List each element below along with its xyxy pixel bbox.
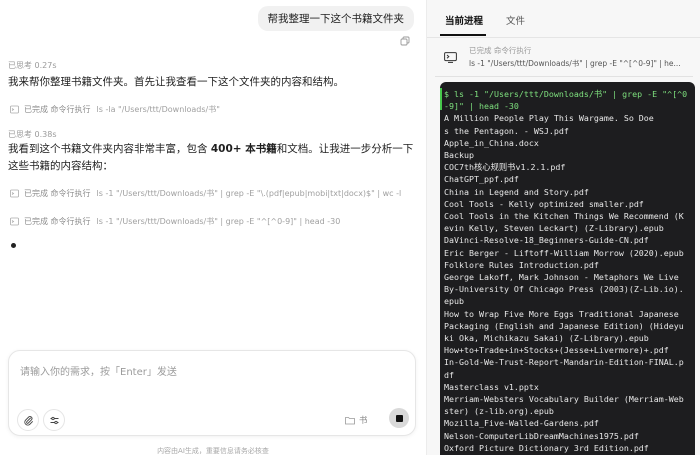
terminal-icon (10, 217, 19, 225)
command-indicator (440, 88, 442, 110)
folder-selector[interactable]: 书 (345, 414, 368, 426)
tab-current-process[interactable]: 当前进程 (445, 13, 483, 27)
terminal-icon (10, 105, 19, 113)
process-panel: 当前进程 文件 已完成 命令行执行 ls -1 "/Users/ttt/Down… (426, 0, 700, 455)
terminal-line: How to Wrap Five More Eggs Traditional J… (444, 308, 679, 319)
terminal-line: Eric Berger - Liftoff-William Morrow (20… (444, 247, 684, 258)
think-time-1[interactable]: 已思考 0.27s (8, 60, 57, 71)
terminal-line: How+to+Trade+in+Stocks+(Jesse+Livermore)… (444, 345, 669, 356)
terminal-line: Nelson-ComputerLibDreamMachines1975.pdf (444, 430, 639, 441)
tool-status: 已完成 命令行执行 (24, 216, 91, 226)
chat-pane: 帮我整理一下这个书籍文件夹 已思考 0.27s 我来帮你整理书籍文件夹。首先让我… (0, 0, 426, 455)
tool-status: 已完成 命令行执行 (24, 104, 91, 114)
terminal-line: ster) (z-lib.org).epub (444, 406, 554, 417)
terminal-line: ki Oka, Michikazu Sakai) (Z-Library).epu… (444, 333, 649, 344)
terminal-line: Packaging (English and Japanese Edition)… (444, 320, 684, 331)
monitor-icon (444, 52, 457, 63)
assistant-paragraph-2: 我看到这个书籍文件夹内容非常丰富，包含 400+ 本书籍和文档。让我进一步分析一… (8, 141, 418, 175)
attach-button[interactable] (17, 409, 39, 431)
tool-call-1[interactable]: 已完成 命令行执行 ls -la "/Users/ttt/Downloads/书… (10, 101, 220, 117)
terminal-line: Backup (444, 150, 474, 161)
terminal-line: By-University Of Chicago Press (2003)(Z-… (444, 284, 684, 295)
terminal-line: Masterclass v1.pptx (444, 381, 539, 392)
terminal-line: Merriam-Websters Vocabulary Builder (Mer… (444, 394, 684, 405)
tool-status: 已完成 命令行执行 (24, 188, 91, 198)
copy-icon[interactable] (400, 36, 410, 46)
stop-button[interactable] (389, 408, 409, 428)
terminal-line: George Lakoff, Mark Johnson - Metaphors … (444, 272, 679, 283)
paperclip-icon (23, 415, 33, 426)
message-input[interactable]: 请输入你的需求，按「Enter」发送 (20, 363, 177, 378)
paragraph-text: 我看到这个书籍文件夹内容非常丰富，包含 (8, 143, 211, 155)
terminal-line: In-Gold-We-Trust-Report-Mandarin-Edition… (444, 357, 684, 368)
terminal-line: COC7th核心规则书v1.2.1.pdf (444, 162, 566, 173)
tool-call-2[interactable]: 已完成 命令行执行 ls -1 "/Users/ttt/Downloads/书"… (10, 185, 401, 201)
terminal-line: Folklore Rules Introduction.pdf (444, 259, 599, 270)
process-command: ls -1 "/Users/ttt/Downloads/书" | grep -E… (469, 59, 681, 68)
terminal-line: China in Legend and Story.pdf (444, 186, 589, 197)
loading-dot (11, 243, 16, 248)
process-status: 已完成 命令行执行 (469, 46, 532, 55)
tool-command: ls -1 "/Users/ttt/Downloads/书" | grep -E… (96, 216, 341, 226)
terminal-line: s the Pentagon. - WSJ.pdf (444, 125, 569, 136)
terminal-icon (10, 189, 19, 197)
user-message: 帮我整理一下这个书籍文件夹 (257, 6, 414, 31)
tab-files[interactable]: 文件 (506, 13, 525, 27)
folder-label: 书 (359, 416, 368, 426)
terminal-line: Mozilla_Five-Walled-Gardens.pdf (444, 418, 599, 429)
terminal-line: DaVinci-Resolve-18_Beginners-Guide-CN.pd… (444, 235, 649, 246)
terminal-command-line: $ ls -1 "/Users/ttt/Downloads/书" | grep … (444, 89, 688, 99)
terminal-line: df (444, 369, 454, 380)
terminal-line: Oxford Picture Dictionary 3rd Edition.pd… (444, 442, 649, 453)
terminal-command-line: -9]" | head -30 (444, 101, 519, 112)
terminal-line: ChatGPT_ppf.pdf (444, 174, 519, 185)
folder-icon (345, 416, 355, 424)
stop-icon (395, 414, 403, 422)
terminal-line: epub (444, 296, 464, 307)
paragraph-bold: 400+ 本书籍 (210, 143, 277, 155)
terminal-line: evin Kelly, Steven Leckart) (Z-Library).… (444, 223, 664, 234)
terminal-line: Cool Tools in the Kitchen Things We Reco… (444, 211, 684, 222)
think-time-2[interactable]: 已思考 0.38s (8, 129, 57, 140)
divider (435, 76, 693, 77)
assistant-paragraph-1: 我来帮你整理书籍文件夹。首先让我查看一下这个文件夹的内容和结构。 (8, 76, 344, 88)
ai-disclaimer: 内容由AI生成，重要信息请务必核查 (157, 447, 269, 455)
settings-button[interactable] (43, 409, 65, 431)
terminal-output[interactable]: $ ls -1 "/Users/ttt/Downloads/书" | grep … (440, 82, 695, 455)
active-tab-indicator (440, 34, 486, 36)
message-input-box[interactable]: 请输入你的需求，按「Enter」发送 书 (8, 350, 416, 436)
terminal-line: Cool Tools - Kelly optimized smaller.pdf (444, 198, 644, 209)
tool-call-3[interactable]: 已完成 命令行执行 ls -1 "/Users/ttt/Downloads/书"… (10, 213, 340, 229)
terminal-line: A Million People Play This Wargame. So D… (444, 113, 654, 124)
sliders-icon (50, 416, 58, 424)
terminal-line: Apple_in_China.docx (444, 137, 539, 148)
tool-command: ls -1 "/Users/ttt/Downloads/书" | grep -E… (96, 188, 402, 198)
tool-command: ls -la "/Users/ttt/Downloads/书" (96, 104, 220, 114)
panel-tabs: 当前进程 文件 (427, 0, 700, 38)
